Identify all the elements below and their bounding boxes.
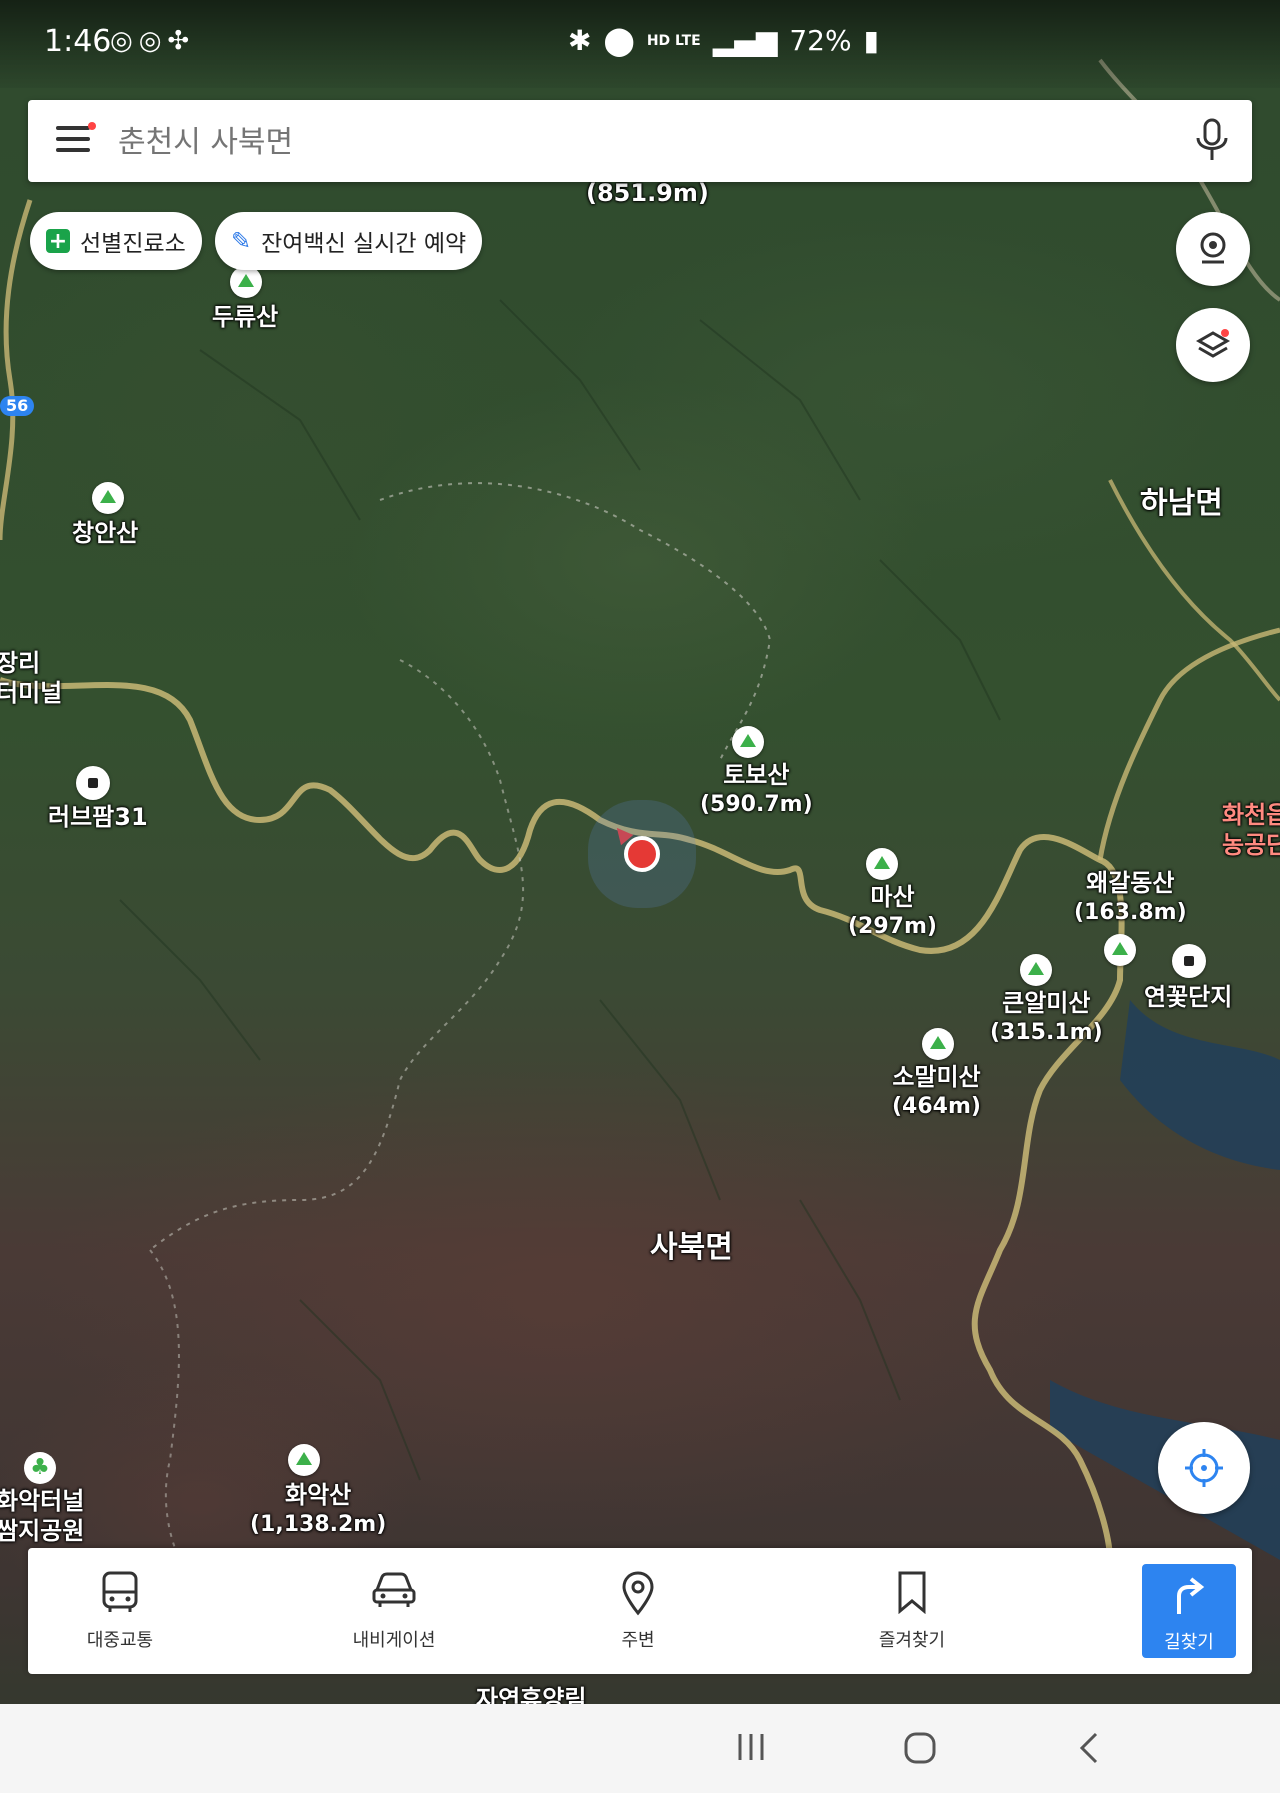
mountain-icon[interactable]: [92, 482, 124, 514]
screening-clinic-chip[interactable]: + 선별진료소: [30, 212, 202, 270]
map-label-duryusan[interactable]: 두류산: [212, 302, 278, 332]
mountain-icon[interactable]: [1104, 934, 1136, 966]
map-label-tobosan[interactable]: 토보산 (590.7m): [700, 760, 813, 820]
map-label-waegaldongsan-name: 왜갈동산: [1086, 869, 1175, 897]
instagram-icon: ◎: [138, 26, 168, 56]
map-label-masan-elev: (297m): [848, 914, 937, 939]
status-right: ✱ ⬤ HD LTE ▂▄▆ 72% ▮: [568, 24, 879, 57]
map-label-lovefarm[interactable]: 러브팜31: [48, 802, 148, 832]
mountain-icon[interactable]: [1020, 954, 1052, 986]
poi-icon[interactable]: [76, 766, 110, 800]
bluetooth-icon: ✱: [568, 24, 592, 57]
map-label-keunalmisan[interactable]: 큰알미산 (315.1m): [990, 988, 1103, 1048]
map-label-terminal[interactable]: 장리 터미널: [0, 648, 62, 708]
layers-icon: [1195, 329, 1231, 358]
park-tree-icon[interactable]: ♣: [24, 1452, 56, 1484]
plus-square-icon: +: [46, 229, 70, 254]
map-label-hwaaksan-elev: (1,138.2m): [250, 1512, 387, 1537]
bus-icon: [102, 1571, 138, 1612]
system-nav-bar: [0, 1704, 1280, 1793]
map-label-hwaak-tunnel-line2: 쌈지공원: [0, 1517, 85, 1545]
recent-apps-icon[interactable]: [734, 1730, 768, 1764]
nav-nearby[interactable]: 주변: [548, 1548, 728, 1674]
menu-icon[interactable]: [56, 122, 96, 156]
directions-label: 길찾기: [1164, 1632, 1214, 1653]
mountain-icon[interactable]: [288, 1444, 320, 1476]
search-bar[interactable]: [28, 100, 1252, 182]
route-badge: 56: [0, 396, 35, 416]
nav-public-transit[interactable]: 대중교통: [30, 1548, 210, 1674]
satellite-map[interactable]: (851.9m) 두류산 56 창안산 하남면 장리 터미널 러브팜31 토보산…: [0, 0, 1280, 1793]
map-label-masan-name: 마산: [870, 883, 915, 911]
current-location-button[interactable]: [1158, 1422, 1250, 1514]
battery-icon: ▮: [863, 24, 880, 57]
current-location-marker: [624, 836, 660, 872]
microphone-icon[interactable]: [1192, 118, 1232, 164]
notification-dot: [88, 122, 96, 130]
battery-percent: 72%: [789, 24, 852, 57]
nav-label: 내비게이션: [352, 1630, 436, 1651]
nav-navigation[interactable]: 내비게이션: [304, 1548, 484, 1674]
map-label-keunalmisan-name: 큰알미산: [1002, 989, 1091, 1017]
map-label-hwaak-tunnel-line1: 화악터널: [0, 1487, 85, 1515]
fan-icon: ✣: [167, 26, 196, 56]
mountain-icon[interactable]: [866, 848, 898, 880]
mountain-icon[interactable]: [230, 266, 262, 298]
map-label-changansan[interactable]: 창안산: [72, 518, 138, 548]
map-label-hwacheon-line2: 농공단: [1222, 831, 1280, 859]
map-label-yeonkkot[interactable]: 연꽃단지: [1144, 982, 1232, 1012]
syringe-icon: ✎: [231, 227, 252, 255]
map-label-terminal-line2: 터미널: [0, 679, 63, 707]
status-time: 1:46: [44, 24, 112, 59]
home-icon[interactable]: [902, 1730, 938, 1766]
nav-favorites[interactable]: 즐겨찾기: [822, 1548, 1002, 1674]
location-pin-icon: [622, 1571, 654, 1616]
map-label-tobosan-name: 토보산: [723, 761, 790, 789]
location-icon: ⬤: [603, 24, 635, 57]
chip-label: 잔여백신 실시간 예약: [261, 231, 467, 257]
notification-icons: ◎◎✣: [110, 26, 195, 56]
instagram-icon: ◎: [110, 26, 139, 56]
mountain-icon[interactable]: [922, 1028, 954, 1060]
bottom-nav: 대중교통 내비게이션 주변 즐겨찾기 길찾기: [28, 1548, 1252, 1674]
map-label-somalmisan-elev: (464m): [892, 1094, 981, 1119]
signal-icon: ▂▄▆: [712, 24, 778, 57]
search-input[interactable]: [116, 116, 1120, 168]
chip-label: 선별진료소: [80, 231, 186, 257]
back-icon[interactable]: [1076, 1730, 1102, 1766]
poi-icon[interactable]: [1172, 944, 1206, 978]
status-bar: 1:46 ◎◎✣ ✱ ⬤ HD LTE ▂▄▆ 72% ▮: [0, 0, 1280, 88]
map-label-keunalmisan-elev: (315.1m): [990, 1020, 1103, 1045]
map-label-peak-top: (851.9m): [586, 179, 709, 207]
nav-label: 주변: [621, 1630, 655, 1651]
map-label-somalmisan[interactable]: 소말미산 (464m): [892, 1062, 981, 1122]
map-label-masan[interactable]: 마산 (297m): [848, 882, 937, 942]
map-label-waegaldongsan[interactable]: 왜갈동산 (163.8m): [1074, 868, 1187, 928]
map-label-tobosan-elev: (590.7m): [700, 792, 813, 817]
nav-label: 즐겨찾기: [878, 1630, 946, 1651]
bookmark-icon: [898, 1571, 926, 1615]
streetview-pin-icon: [1200, 232, 1226, 264]
map-label-hwaak-tunnel[interactable]: 화악터널 쌈지공원: [0, 1486, 84, 1546]
streetview-button[interactable]: [1176, 212, 1250, 286]
mountain-icon[interactable]: [732, 726, 764, 758]
map-label-hwacheon[interactable]: 화천읍 농공단: [1222, 800, 1280, 860]
map-label-hwacheon-line1: 화천읍: [1222, 801, 1280, 829]
map-label-terminal-line1: 장리: [0, 649, 41, 677]
network-type: HD LTE: [646, 32, 701, 49]
map-label-somalmisan-name: 소말미산: [892, 1063, 981, 1091]
map-label-hwaaksan[interactable]: 화악산 (1,138.2m): [250, 1480, 386, 1540]
vaccine-reservation-chip[interactable]: ✎ 잔여백신 실시간 예약: [215, 212, 483, 270]
nav-label: 대중교통: [86, 1630, 154, 1651]
layers-button[interactable]: [1176, 308, 1250, 382]
car-icon: [372, 1572, 416, 1607]
directions-arrow-icon: [1177, 1577, 1205, 1614]
map-label-hanam[interactable]: 하남면: [1140, 486, 1223, 522]
map-label-hwaaksan-name: 화악산: [285, 1481, 352, 1509]
map-label-waegaldongsan-elev: (163.8m): [1074, 900, 1187, 925]
directions-button[interactable]: 길찾기: [1142, 1564, 1236, 1658]
map-label-sabuk[interactable]: 사북면: [650, 1230, 733, 1266]
crosshair-icon: [1185, 1449, 1223, 1487]
